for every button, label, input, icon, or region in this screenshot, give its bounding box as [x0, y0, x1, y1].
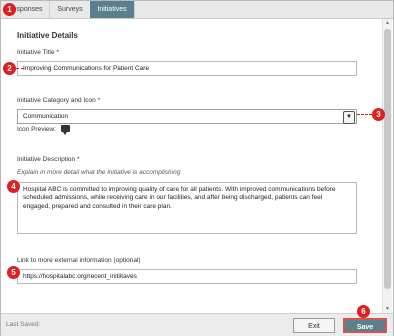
link-label: Link to more external information (optio… [17, 257, 141, 264]
scrollbar-thumb[interactable] [384, 29, 391, 289]
description-label: Initiative Description * [17, 156, 80, 163]
callout-badge-4: 4 [7, 180, 20, 193]
description-textarea[interactable]: Hospital ABC is committed to improving q… [17, 182, 357, 234]
tab-bar: Responses Surveys Initiatives [1, 1, 393, 19]
section-title: Initiative Details [17, 31, 78, 40]
callout-badge-5: 5 [7, 266, 20, 279]
category-label: Initiative Category and Icon * [17, 97, 101, 104]
callout-line-2 [16, 68, 24, 69]
exit-button[interactable]: Exit [293, 318, 335, 333]
callout-line-3 [357, 114, 372, 115]
icon-preview-label: Icon Preview: [17, 126, 57, 133]
category-value: Communication [23, 113, 69, 120]
title-input[interactable]: Improving Communications for Patient Car… [17, 61, 357, 76]
description-hint: Explain in more detail what the initiati… [17, 169, 181, 176]
dialog-frame: Responses Surveys Initiatives Initiative… [0, 0, 394, 336]
callout-badge-2: 2 [3, 62, 16, 75]
save-button[interactable]: Save [343, 318, 387, 333]
title-label: Initiative Title * [17, 49, 59, 56]
last-saved-text: Last Saved: [6, 321, 41, 328]
footer-bar: Last Saved: Exit Save [1, 313, 393, 336]
chevron-down-icon[interactable]: ▼ [343, 111, 355, 124]
scroll-down-icon[interactable]: ▼ [383, 306, 392, 312]
scroll-up-icon[interactable]: ▲ [383, 20, 392, 26]
tab-surveys[interactable]: Surveys [50, 1, 91, 18]
callout-badge-3: 3 [372, 108, 385, 121]
tab-initiatives[interactable]: Initiatives [90, 1, 135, 18]
category-select[interactable]: Communication ▼ [17, 109, 357, 124]
chat-bubble-icon [61, 125, 70, 135]
callout-badge-1: 1 [3, 3, 16, 16]
vertical-scrollbar[interactable]: ▲ ▼ [382, 19, 392, 313]
link-input[interactable]: https://hospitalabc.org/recent_initiitav… [17, 269, 357, 284]
form-content: Initiative Details Initiative Title * Im… [1, 19, 384, 313]
callout-badge-6: 6 [357, 305, 370, 318]
